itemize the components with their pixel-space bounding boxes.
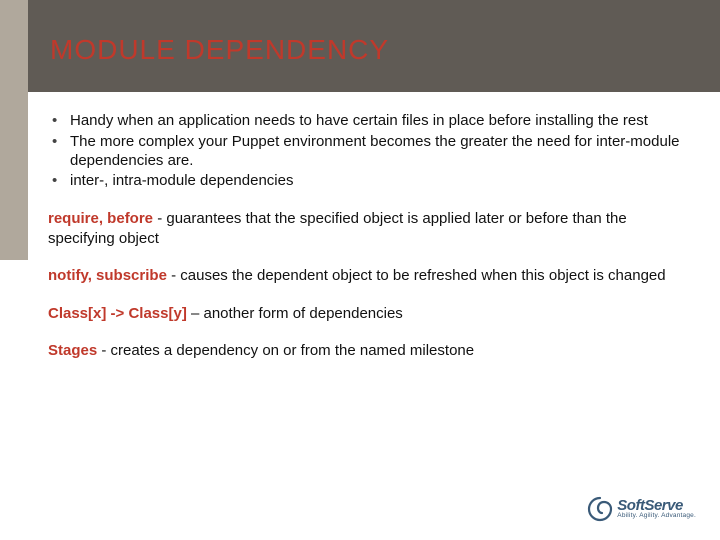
separator: - [97,342,110,359]
definition-line: Stages - creates a dependency on or from… [48,341,680,361]
definition-line: Class[x] -> Class[y] – another form of d… [48,304,680,324]
list-item: Handy when an application needs to have … [48,112,680,131]
accent-block [0,0,28,260]
logo-tagline: Ability. Agility. Advantage. [617,513,696,520]
keyword: Stages [48,342,97,359]
logo: SoftServe Ability. Agility. Advantage. [587,496,696,522]
definition-text: creates a dependency on or from the name… [111,342,475,359]
logo-name: SoftServe [617,498,696,513]
definition-line: notify, subscribe - causes the dependent… [48,266,680,286]
separator: - [153,210,166,227]
slide-content: Handy when an application needs to have … [48,112,680,379]
definition-line: require, before - guarantees that the sp… [48,209,680,248]
keyword: require, before [48,210,153,227]
separator: - [167,267,180,284]
definition-text: causes the dependent object to be refres… [180,267,665,284]
softserve-swirl-icon [587,496,613,522]
bullet-list: Handy when an application needs to have … [48,112,680,191]
definition-text: another form of dependencies [204,305,403,322]
logo-text: SoftServe Ability. Agility. Advantage. [617,498,696,520]
list-item: inter-, intra-module dependencies [48,172,680,191]
keyword: Class[x] -> Class[y] [48,305,187,322]
list-item: The more complex your Puppet environment… [48,133,680,171]
page-title: MODULE DEPENDENCY [50,34,389,66]
separator: – [187,305,204,322]
keyword: notify, subscribe [48,267,167,284]
header-bar: MODULE DEPENDENCY [0,0,720,92]
